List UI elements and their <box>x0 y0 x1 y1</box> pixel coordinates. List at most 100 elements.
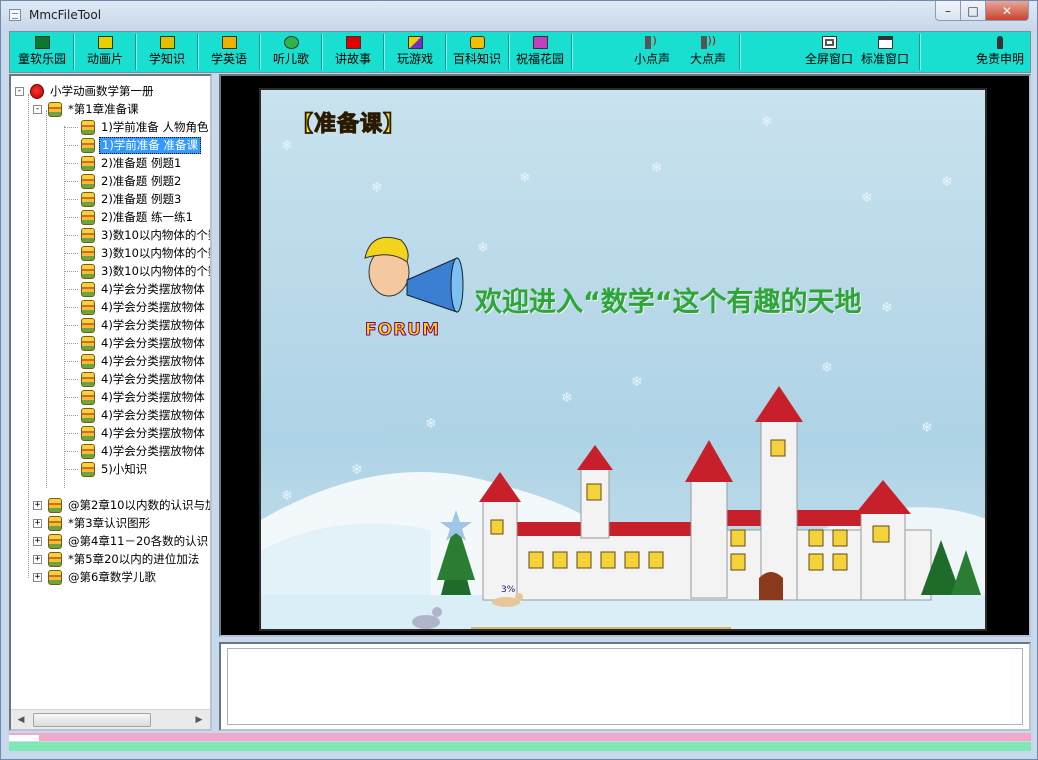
title-bar[interactable]: MmcFileTool – □ ✕ <box>1 1 1037 31</box>
toolbar-button-fullscreen[interactable]: 全屏窗口 <box>800 32 858 72</box>
description-text-area[interactable] <box>227 648 1023 725</box>
lesson-title: 【准备课】 <box>290 112 407 138</box>
tree-node-label: 1)学前准备 准备课 <box>99 136 201 154</box>
expand-icon[interactable]: + <box>33 554 42 564</box>
lesson-tree: - 小学动画数学第一册 - *第1章准备课 1)学前准备 人物角色 1)学前准备 … <box>11 76 210 709</box>
toolbar-button-cartoons[interactable]: 动画片 <box>76 32 134 72</box>
toolbar-button-kids-park[interactable]: 童软乐园 <box>12 32 72 72</box>
tree-node-lesson[interactable]: 4)学会分类摆放物体 <box>64 424 207 442</box>
description-panel[interactable] <box>219 642 1031 731</box>
microphone-icon <box>997 36 1003 49</box>
toolbar-button-volume-up[interactable]: )) 大点声 <box>682 32 734 72</box>
tree-node-lesson[interactable]: 2)准备题 练一练1 <box>64 208 195 226</box>
story-icon <box>345 36 361 49</box>
tree-node-chapter[interactable]: + @第4章11－20各数的认识 <box>33 532 210 550</box>
standard-window-icon <box>877 36 893 49</box>
tree-node-lesson[interactable]: 4)学会分类摆放物体 <box>64 298 207 316</box>
lesson-node-icon <box>81 173 95 189</box>
expand-icon[interactable]: + <box>33 500 42 510</box>
tree-node-label: 4)学会分类摆放物体 <box>101 371 205 386</box>
main-toolbar: 童软乐园 动画片 学知识 学英语 听儿歌 讲故事 玩游戏 百科知识 祝福花园)… <box>9 31 1031 73</box>
tree-node-lesson[interactable]: 2)准备题 例题2 <box>64 172 183 190</box>
tree-node-label: @第6章数学儿歌 <box>68 569 156 584</box>
toolbar-button-blessing-garden[interactable]: 祝福花园 <box>510 32 570 72</box>
tree-node-lesson[interactable]: 1)学前准备 人物角色 <box>64 118 210 136</box>
loading-percent: 3% <box>501 585 516 595</box>
close-icon: ✕ <box>1001 3 1013 18</box>
forum-logo: FORUM <box>365 320 440 341</box>
toolbar-button-games[interactable]: 玩游戏 <box>386 32 444 72</box>
tree-node-lesson[interactable]: 4)学会分类摆放物体 <box>64 316 207 334</box>
tree-node-lesson[interactable]: 4)学会分类摆放物体 <box>64 334 207 352</box>
progress-stripe-marker <box>9 735 39 741</box>
window-title: MmcFileTool <box>29 8 102 22</box>
tree-node-chapter[interactable]: + @第6章数学儿歌 <box>33 568 158 586</box>
toolbar-button-disclaimer[interactable]: 免责申明 <box>970 32 1030 72</box>
fullscreen-icon <box>821 36 837 49</box>
expand-icon[interactable]: + <box>33 536 42 546</box>
tree-node-chapter[interactable]: + *第5章20以内的进位加法 <box>33 550 201 568</box>
animation-display[interactable]: ❄ ❄ ❄ ❄ ❄ ❄ ❄ ❄ ❄ ❄ ❄ ❄ ❄ ❄ ❄ ❄ 【准备课】 FO… <box>219 74 1031 637</box>
tree-node-lesson[interactable]: 4)学会分类摆放物体 <box>64 280 207 298</box>
tree-node-label: 4)学会分类摆放物体 <box>101 425 205 440</box>
tree-node-root[interactable]: - 小学动画数学第一册 <box>15 82 156 100</box>
minimize-button[interactable]: – <box>935 1 961 21</box>
expand-icon[interactable]: + <box>33 518 42 528</box>
tree-node-lesson[interactable]: 4)学会分类摆放物体 <box>64 370 207 388</box>
tree-node-chapter[interactable]: + @第2章10以内数的认识与加减法 <box>33 496 210 514</box>
lesson-node-icon <box>81 227 95 243</box>
music-icon <box>283 36 299 49</box>
collapse-icon[interactable]: - <box>33 104 42 114</box>
lesson-node-icon <box>81 371 95 387</box>
tree-horizontal-scrollbar[interactable]: ◀ ▶ <box>11 709 210 729</box>
minimize-icon: – <box>945 3 951 18</box>
tree-node-lesson[interactable]: 4)学会分类摆放物体 <box>64 352 207 370</box>
tree-node-lesson[interactable]: 2)准备题 例题3 <box>64 190 183 208</box>
app-window: MmcFileTool – □ ✕ 童软乐园 动画片 学知识 学英语 听儿歌 讲… <box>0 0 1038 760</box>
status-stripe-green <box>9 742 1031 751</box>
toolbar-button-encyclopedia[interactable]: 百科知识 <box>446 32 508 72</box>
tree-node-label: 2)准备题 例题1 <box>101 155 182 170</box>
toolbar-button-english[interactable]: 学英语 <box>200 32 258 72</box>
tree-node-lesson[interactable]: 5)小知识 <box>64 460 149 478</box>
tree-node-label: 2)准备题 练一练1 <box>101 209 193 224</box>
tree-node-lesson[interactable]: 3)数10以内物体的个数 <box>64 244 210 262</box>
tree-node-lesson[interactable]: 4)学会分类摆放物体 <box>64 388 207 406</box>
puzzle-icon <box>407 36 423 49</box>
scrollbar-thumb[interactable] <box>33 713 151 727</box>
tree-node-lesson[interactable]: 4)学会分类摆放物体 <box>64 406 207 424</box>
lesson-node-icon <box>81 389 95 405</box>
lesson-node-icon <box>81 209 95 225</box>
expand-icon[interactable]: + <box>33 572 42 582</box>
tree-node-label: 4)学会分类摆放物体 <box>101 389 205 404</box>
tree-node-label: 4)学会分类摆放物体 <box>101 353 205 368</box>
tree-node-label: @第2章10以内数的认识与加减法 <box>68 497 210 512</box>
tree-node-lesson[interactable]: 3)数10以内物体的个数 <box>64 262 210 280</box>
toolbar-button-standard-window[interactable]: 标准窗口 <box>856 32 914 72</box>
tree-node-label: 4)学会分类摆放物体 <box>101 407 205 422</box>
tree-node-label: 1)学前准备 人物角色 <box>101 119 209 134</box>
toolbar-button-stories[interactable]: 讲故事 <box>324 32 382 72</box>
book-node-icon <box>30 83 44 99</box>
toolbar-button-knowledge[interactable]: 学知识 <box>138 32 196 72</box>
tree-node-chapter-1[interactable]: - *第1章准备课 <box>33 100 141 118</box>
toolbar-button-songs[interactable]: 听儿歌 <box>262 32 320 72</box>
lesson-node-icon <box>81 137 95 153</box>
scroll-right-icon[interactable]: ▶ <box>192 713 206 727</box>
tree-node-label: 3)数10以内物体的个数 <box>101 245 210 260</box>
lesson-node-icon <box>81 461 95 477</box>
tree-node-lesson[interactable]: 2)准备题 例题1 <box>64 154 183 172</box>
close-button[interactable]: ✕ <box>985 1 1029 21</box>
tree-node-lesson[interactable]: 3)数10以内物体的个数 <box>64 226 210 244</box>
app-icon <box>9 9 21 21</box>
toolbar-button-volume-down[interactable]: ) 小点声 <box>626 32 678 72</box>
scene-artwork <box>261 236 985 629</box>
scroll-left-icon[interactable]: ◀ <box>14 713 28 727</box>
lesson-node-icon <box>81 443 95 459</box>
tree-node-chapter[interactable]: + *第3章认识图形 <box>33 514 152 532</box>
tree-node-lesson[interactable]: 4)学会分类摆放物体 <box>64 442 207 460</box>
maximize-button[interactable]: □ <box>960 1 986 21</box>
tree-node-lesson[interactable]: 1)学前准备 准备课 <box>64 136 201 154</box>
collapse-icon[interactable]: - <box>15 86 24 96</box>
folder-node-icon <box>48 551 62 567</box>
